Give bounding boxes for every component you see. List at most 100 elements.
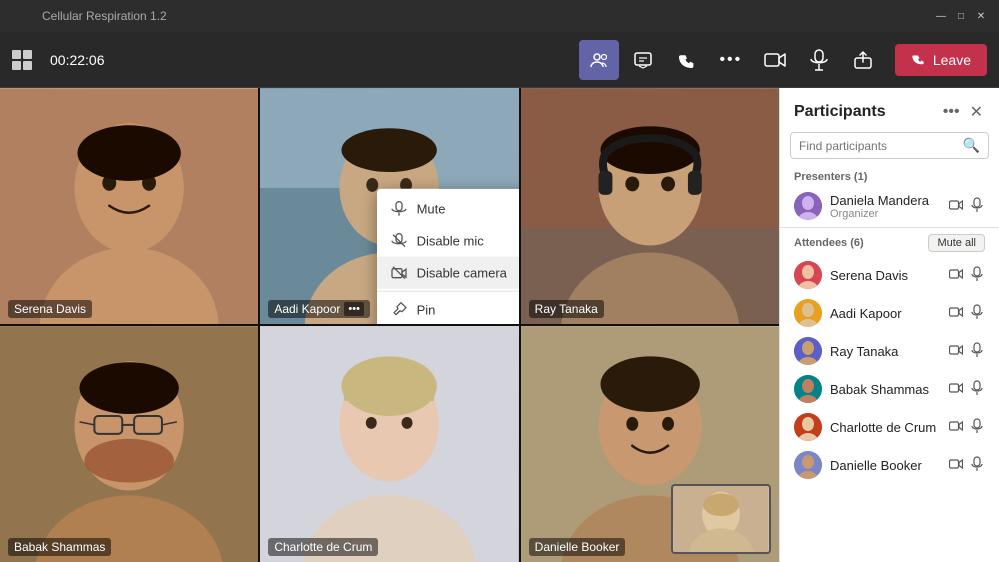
menu-item-mute[interactable]: Mute — [377, 193, 519, 225]
context-menu: Mute Disable mic — [377, 189, 519, 324]
list-item-serena[interactable]: Serena Davis — [780, 256, 999, 294]
minimize-button[interactable]: — — [935, 10, 947, 22]
participant-list: Presenters (1) Daniela Mandera Organizer — [780, 167, 999, 562]
close-button[interactable]: ✕ — [975, 10, 987, 22]
panel-more-button[interactable]: ••• — [941, 101, 962, 123]
ray-mic-btn[interactable] — [969, 340, 985, 363]
list-item-babak[interactable]: Babak Shammas — [780, 370, 999, 408]
aadi-controls — [947, 302, 985, 325]
list-item-ray[interactable]: Ray Tanaka — [780, 332, 999, 370]
panel-title: Participants — [794, 103, 886, 121]
menu-item-disable-camera[interactable]: Disable camera — [377, 257, 519, 289]
babak-camera-btn[interactable] — [947, 378, 965, 401]
presenter-name-daniela: Daniela Mandera — [830, 193, 939, 208]
participant-search-box: 🔍 — [790, 132, 989, 159]
leave-button[interactable]: Leave — [895, 44, 987, 76]
mic-button[interactable] — [799, 40, 839, 80]
aadi-more-button[interactable]: ••• — [344, 302, 364, 316]
participant-search-input[interactable] — [799, 139, 957, 153]
video-cell-serena[interactable]: Serena Davis — [0, 88, 258, 324]
aadi-camera-btn[interactable] — [947, 302, 965, 325]
video-cell-babak[interactable]: Babak Shammas — [0, 326, 258, 562]
video-grid: Serena Davis Aadi Kapoor ••• — [0, 88, 779, 562]
panel-close-button[interactable]: ✕ — [968, 100, 985, 124]
video-cell-ray[interactable]: Ray Tanaka — [521, 88, 779, 324]
participants-button[interactable] — [579, 40, 619, 80]
share-button[interactable] — [843, 40, 883, 80]
video-cell-danielle[interactable]: Danielle Booker — [521, 326, 779, 562]
call-timer: 00:22:06 — [50, 52, 105, 68]
panel-header-actions: ••• ✕ — [941, 100, 985, 124]
main-content: Serena Davis Aadi Kapoor ••• — [0, 88, 999, 562]
chat-button[interactable] — [623, 40, 663, 80]
attendee-name-babak: Babak Shammas — [830, 382, 939, 397]
avatar-babak — [794, 375, 822, 403]
avatar-daniela — [794, 192, 822, 220]
label-danielle: Danielle Booker — [529, 538, 626, 556]
maximize-button[interactable]: □ — [955, 10, 967, 22]
main-toolbar: 00:22:06 • — [0, 32, 999, 88]
list-item-danielle[interactable]: Danielle Booker — [780, 446, 999, 484]
disable-mic-icon — [391, 233, 407, 249]
menu-item-pin[interactable]: Pin — [377, 294, 519, 324]
danielle-mic-btn[interactable] — [969, 454, 985, 477]
label-ray: Ray Tanaka — [529, 300, 604, 318]
ray-controls — [947, 340, 985, 363]
leave-label: Leave — [933, 52, 971, 68]
video-cell-aadi[interactable]: Aadi Kapoor ••• Mute — [260, 88, 518, 324]
list-item-daniela[interactable]: Daniela Mandera Organizer — [780, 187, 999, 225]
pin-icon — [391, 302, 407, 318]
label-aadi: Aadi Kapoor ••• — [268, 300, 370, 318]
babak-controls — [947, 378, 985, 401]
presenter-subtitle-daniela: Organizer — [830, 208, 939, 220]
app-name: Cellular Respiration 1.2 — [42, 9, 167, 23]
call-button[interactable] — [667, 40, 707, 80]
menu-disable-mic-label: Disable mic — [417, 233, 484, 248]
babak-mic-btn[interactable] — [969, 378, 985, 401]
ray-camera-btn[interactable] — [947, 340, 965, 363]
serena-controls — [947, 264, 985, 287]
label-charlotte: Charlotte de Crum — [268, 538, 378, 556]
charlotte-camera-btn[interactable] — [947, 416, 965, 439]
more-button[interactable]: ••• — [711, 40, 751, 80]
avatar-aadi — [794, 299, 822, 327]
serena-camera-btn[interactable] — [947, 264, 965, 287]
avatar-ray — [794, 337, 822, 365]
presenters-section-label: Presenters (1) — [780, 167, 999, 187]
video-cell-charlotte[interactable]: Charlotte de Crum — [260, 326, 518, 562]
danielle-controls — [947, 454, 985, 477]
camera-button[interactable] — [755, 40, 795, 80]
attendee-name-danielle: Danielle Booker — [830, 458, 939, 473]
toolbar-right: ••• — [579, 40, 987, 80]
search-icon: 🔍 — [963, 137, 980, 154]
attendee-name-serena: Serena Davis — [830, 268, 939, 283]
menu-disable-camera-label: Disable camera — [417, 265, 507, 280]
disable-camera-icon — [391, 265, 407, 281]
label-babak: Babak Shammas — [8, 538, 111, 556]
list-item-aadi[interactable]: Aadi Kapoor — [780, 294, 999, 332]
avatar-danielle — [794, 451, 822, 479]
self-view — [671, 484, 771, 554]
charlotte-mic-btn[interactable] — [969, 416, 985, 439]
panel-header: Participants ••• ✕ — [780, 88, 999, 132]
menu-item-disable-mic[interactable]: Disable mic — [377, 225, 519, 257]
attendee-name-charlotte: Charlotte de Crum — [830, 420, 939, 435]
label-serena: Serena Davis — [8, 300, 92, 318]
attendees-header: Attendees (6) Mute all — [780, 230, 999, 256]
list-item-charlotte[interactable]: Charlotte de Crum — [780, 408, 999, 446]
toolbar-left: 00:22:06 — [12, 50, 105, 70]
attendee-name-ray: Ray Tanaka — [830, 344, 939, 359]
serena-mic-btn[interactable] — [969, 264, 985, 287]
daniela-mic-btn[interactable] — [969, 195, 985, 218]
avatar-serena — [794, 261, 822, 289]
window-controls: — □ ✕ — [935, 10, 987, 22]
daniela-controls — [947, 195, 985, 218]
aadi-mic-btn[interactable] — [969, 302, 985, 325]
danielle-camera-btn[interactable] — [947, 454, 965, 477]
daniela-camera-btn[interactable] — [947, 195, 965, 218]
avatar-charlotte — [794, 413, 822, 441]
mute-all-button[interactable]: Mute all — [928, 234, 985, 252]
menu-mute-label: Mute — [417, 201, 446, 216]
menu-pin-label: Pin — [417, 302, 436, 317]
grid-icon — [12, 50, 32, 70]
